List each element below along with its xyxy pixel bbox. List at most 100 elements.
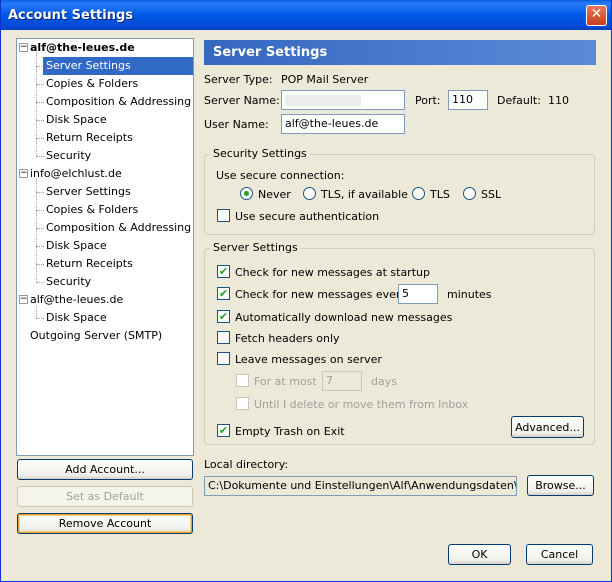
default-port-label: Default:	[497, 94, 541, 107]
check-startup-checkbox[interactable]: ✔	[217, 265, 230, 278]
tree-item[interactable]: Server Settings	[43, 57, 193, 75]
local-directory-input[interactable]: C:\Dokumente und Einstellungen\Alf\Anwen…	[204, 476, 517, 496]
server-name-input[interactable]	[281, 90, 405, 110]
tree-item[interactable]: Copies & Folders	[43, 201, 141, 219]
tree-item-label: Disk Space	[46, 113, 107, 126]
auto-download-checkbox[interactable]: ✔	[217, 310, 230, 323]
tree-item[interactable]: info@elchlust.de	[30, 165, 122, 183]
server-type-label: Server Type:	[204, 73, 273, 86]
port-input[interactable]: 110	[448, 90, 488, 110]
tree-item[interactable]: Copies & Folders	[43, 75, 141, 93]
until-delete-label: Until I delete or move them from Inbox	[254, 398, 469, 411]
tree-item-label: Security	[46, 149, 92, 162]
server-name-label: Server Name:	[204, 94, 280, 107]
user-name-input[interactable]: alf@the-leues.de	[281, 114, 405, 134]
leave-on-server-label[interactable]: Leave messages on server	[235, 353, 382, 366]
tree-item[interactable]: Security	[43, 273, 94, 291]
checkmark-icon: ✔	[218, 310, 229, 323]
title-bar[interactable]: Account Settings ✕	[1, 0, 611, 30]
radio-tls-if-available[interactable]	[303, 187, 316, 200]
tree-item[interactable]: Security	[43, 147, 94, 165]
for-at-most-label: For at most	[254, 375, 317, 388]
tree-connector	[36, 53, 37, 156]
tree-item-label: Composition & Addressing	[46, 95, 192, 108]
radio-tls[interactable]	[412, 187, 425, 200]
check-startup-label[interactable]: Check for new messages at startup	[235, 266, 430, 279]
redacted-server-name	[285, 95, 361, 106]
days-input[interactable]: 7	[322, 371, 362, 391]
empty-trash-checkbox[interactable]: ✔	[217, 424, 230, 437]
set-as-default-button[interactable]: Set as Default	[17, 486, 193, 507]
window-title: Account Settings	[8, 8, 134, 23]
tree-item-label: Copies & Folders	[46, 203, 139, 216]
account-tree[interactable]: − alf@the-leues.de Server Settings Copies &…	[16, 38, 194, 456]
tree-item-label: Composition & Addressing	[46, 221, 192, 234]
tree-item-label: Disk Space	[46, 239, 107, 252]
secure-connection-label: Use secure connection:	[216, 169, 345, 182]
checkmark-icon: ✔	[218, 287, 229, 300]
port-label: Port:	[415, 94, 441, 107]
secure-auth-label[interactable]: Use secure authentication	[235, 210, 379, 223]
panel-header: Server Settings	[204, 40, 596, 65]
check-interval-input[interactable]: 5	[398, 284, 438, 304]
tree-item-label: alf@the-leues.de	[30, 41, 135, 54]
tree-item[interactable]: Composition & Addressing	[43, 93, 194, 111]
check-every-checkbox[interactable]: ✔	[217, 287, 230, 300]
days-label: days	[371, 375, 397, 388]
default-port-value: 110	[548, 94, 569, 107]
tree-item[interactable]: Return Receipts	[43, 129, 136, 147]
minus-expander-icon[interactable]: −	[19, 295, 28, 304]
radio-selected-dot	[244, 191, 249, 196]
empty-trash-label[interactable]: Empty Trash on Exit	[235, 425, 345, 438]
remove-account-button[interactable]: Remove Account	[17, 513, 193, 534]
add-account-button[interactable]: Add Account...	[17, 459, 193, 480]
tree-connector	[36, 179, 37, 282]
tree-item-label: Copies & Folders	[46, 77, 139, 90]
checkmark-icon: ✔	[218, 424, 229, 437]
for-at-most-checkbox[interactable]	[236, 374, 249, 387]
browse-button[interactable]: Browse...	[527, 475, 594, 496]
local-directory-label: Local directory:	[204, 458, 289, 471]
fetch-headers-label[interactable]: Fetch headers only	[235, 332, 340, 345]
tree-connector	[36, 305, 37, 318]
radio-ssl-label[interactable]: SSL	[481, 188, 501, 201]
tree-item[interactable]: Outgoing Server (SMTP)	[30, 327, 162, 345]
radio-ssl[interactable]	[463, 187, 476, 200]
check-every-label[interactable]: Check for new messages every	[235, 288, 407, 301]
tree-item-label: Server Settings	[46, 59, 131, 72]
tree-item[interactable]: alf@the-leues.de	[30, 291, 123, 309]
radio-tls-if-available-label[interactable]: TLS, if available	[321, 188, 408, 201]
tree-item[interactable]: Return Receipts	[43, 255, 136, 273]
radio-never-label[interactable]: Never	[258, 188, 291, 201]
secure-auth-checkbox[interactable]	[217, 209, 230, 222]
tree-item-label: Outgoing Server (SMTP)	[30, 329, 163, 342]
tree-item-label: Security	[46, 275, 92, 288]
fetch-headers-checkbox[interactable]	[217, 331, 230, 344]
advanced-button[interactable]: Advanced...	[511, 416, 584, 438]
tree-item[interactable]: alf@the-leues.de	[30, 39, 135, 57]
server-settings-legend: Server Settings	[210, 241, 301, 254]
radio-never[interactable]	[240, 187, 253, 200]
account-settings-window: Account Settings ✕ − alf@the-leues.de Serv…	[0, 0, 612, 582]
tree-item[interactable]: Composition & Addressing	[43, 219, 194, 237]
tree-item-label: info@elchlust.de	[30, 167, 122, 180]
tree-item[interactable]: Disk Space	[43, 111, 110, 129]
tree-item-label: Disk Space	[46, 311, 107, 324]
tree-item[interactable]: Disk Space	[43, 309, 110, 327]
server-type-value: POP Mail Server	[281, 73, 369, 86]
tree-item-label: Return Receipts	[46, 257, 133, 270]
tree-item-label: Return Receipts	[46, 131, 133, 144]
close-icon[interactable]: ✕	[586, 5, 607, 26]
tree-item[interactable]: Disk Space	[43, 237, 110, 255]
user-name-label: User Name:	[204, 118, 269, 131]
tree-item[interactable]: Server Settings	[43, 183, 134, 201]
until-delete-checkbox[interactable]	[236, 397, 249, 410]
leave-on-server-checkbox[interactable]	[217, 352, 230, 365]
auto-download-label[interactable]: Automatically download new messages	[235, 311, 452, 324]
minutes-label: minutes	[447, 288, 492, 301]
ok-button[interactable]: OK	[448, 544, 511, 565]
minus-expander-icon[interactable]: −	[19, 43, 28, 52]
minus-expander-icon[interactable]: −	[19, 169, 28, 178]
radio-tls-label[interactable]: TLS	[430, 188, 450, 201]
cancel-button[interactable]: Cancel	[526, 544, 593, 565]
